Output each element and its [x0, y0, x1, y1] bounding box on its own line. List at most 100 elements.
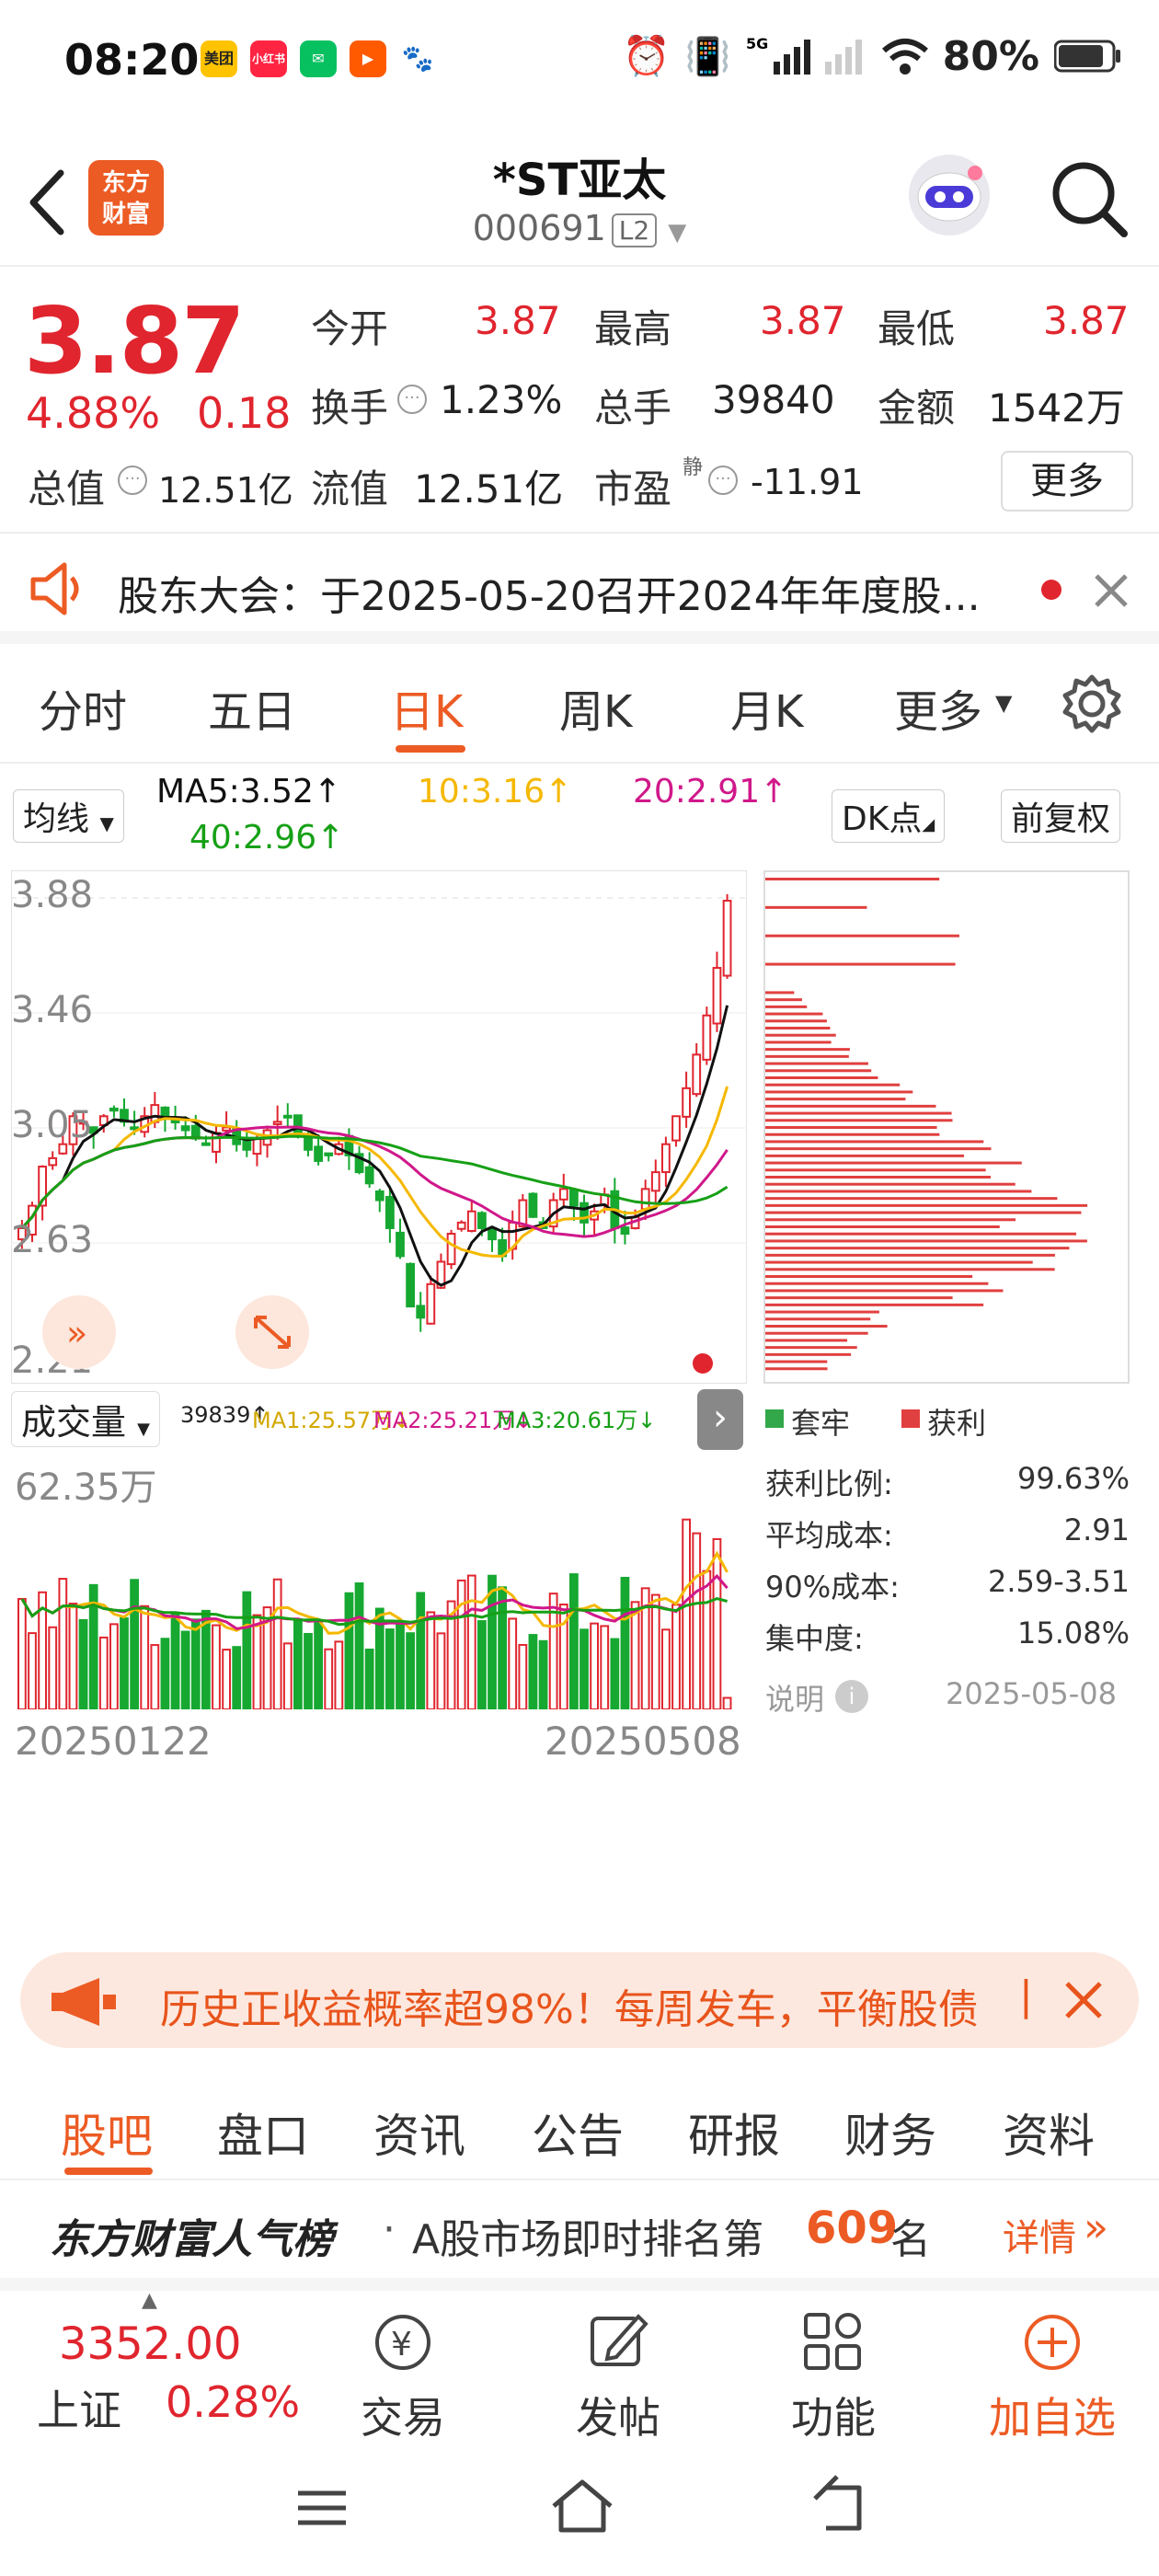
- chip-bar: [765, 1111, 952, 1115]
- index-name[interactable]: 上证: [37, 2377, 121, 2438]
- tab-news[interactable]: 资讯: [373, 2099, 465, 2166]
- stock-header: 东方 财富 *ST亚太 000691 L2 ▼: [0, 138, 1159, 267]
- post-button[interactable]: 发帖: [554, 2309, 683, 2445]
- tab-research[interactable]: 研报: [688, 2099, 780, 2166]
- home-icon[interactable]: [548, 2475, 616, 2537]
- ma-select[interactable]: 均线 ▼: [13, 789, 124, 843]
- chip-bar: [765, 1027, 831, 1029]
- functions-label: 功能: [791, 2393, 876, 2443]
- volume-bar: [48, 1626, 58, 1709]
- close-icon[interactable]: [1091, 570, 1131, 611]
- chip-bar: [765, 1260, 1033, 1264]
- chip-stat-label: 集中度:: [765, 1621, 864, 1656]
- chip-bar: [765, 1239, 1087, 1243]
- chip-bar: [765, 1090, 913, 1094]
- current-price: 3.87: [24, 287, 246, 395]
- chip-note-link[interactable]: 说明: [765, 1676, 824, 1719]
- tab-guba[interactable]: 股吧: [61, 2099, 153, 2166]
- ma10-value: 10:3.16↑: [418, 773, 573, 811]
- search-icon[interactable]: [1047, 156, 1130, 239]
- chip-bar: [765, 1197, 1058, 1201]
- chip-bar: [765, 1232, 1077, 1236]
- chip-bar: [765, 1098, 906, 1101]
- volume-bar: [508, 1617, 518, 1709]
- chip-bar: [765, 1076, 878, 1079]
- candle-body: [416, 1305, 426, 1319]
- price-tick: 2.63: [11, 1219, 93, 1261]
- tab-more[interactable]: 更多: [894, 675, 982, 740]
- chip-bar: [765, 1247, 1070, 1250]
- index-value[interactable]: 3352.00: [59, 2318, 242, 2370]
- pe-static-mark: 静: [683, 456, 704, 479]
- back-nav-icon[interactable]: [808, 2475, 872, 2537]
- robot-assistant-icon[interactable]: [903, 149, 995, 241]
- chip-date: 2025-05-08: [946, 1676, 1117, 1711]
- chip-bar: [765, 1203, 1088, 1207]
- post-label: 发帖: [576, 2393, 660, 2443]
- notice-bar[interactable]: 股东大会：于2025-05-20召开2024年年度股...: [0, 543, 1159, 644]
- volume-bar: [518, 1643, 528, 1709]
- volume-bar: [334, 1640, 344, 1709]
- chip-bar: [765, 1140, 984, 1144]
- candlestick-chart[interactable]: 3.88 3.46 3.05 2.63 2.21 »: [11, 870, 747, 1384]
- promo-banner[interactable]: 历史正收益概率超98%！每周发车，平衡股债 |: [20, 1952, 1139, 2048]
- pe-label: 市盈: [594, 466, 672, 512]
- chip-bar: [765, 1041, 832, 1044]
- bottom-toolbar: ▲ 3352.00 上证 0.28% ¥ 交易 发帖 功能 加自选: [0, 2289, 1159, 2443]
- tab-profile[interactable]: 资料: [1003, 2099, 1095, 2166]
- collapse-panel-button[interactable]: ›: [697, 1389, 743, 1450]
- chip-bar: [765, 991, 795, 995]
- volume-bar: [180, 1630, 190, 1709]
- candle-body: [580, 1202, 589, 1224]
- rank-detail-link[interactable]: 详情: [1003, 2208, 1076, 2261]
- info-icon[interactable]: ···: [118, 466, 147, 495]
- volume-bar: [304, 1632, 313, 1709]
- chip-bar: [765, 1154, 965, 1157]
- plus-circle-icon: [1025, 2315, 1080, 2370]
- more-button[interactable]: 更多: [1001, 451, 1133, 512]
- info-icon[interactable]: i: [835, 1680, 868, 1713]
- price-tick: 3.88: [11, 874, 93, 916]
- candle-body: [640, 1188, 650, 1211]
- banner-text: 历史正收益概率超98%！每周发车，平衡股债: [160, 1986, 979, 2033]
- dk-point-button[interactable]: DK点◢: [832, 789, 946, 843]
- notice-text: 股东大会：于2025-05-20召开2024年年度股...: [118, 573, 981, 620]
- tab-monthly-k[interactable]: 月K: [730, 675, 803, 740]
- candle-body: [488, 1228, 497, 1241]
- volume-select-label: 成交量: [21, 1402, 127, 1443]
- amount-label: 金额: [878, 385, 956, 431]
- tab-weekly-k[interactable]: 周K: [559, 675, 632, 740]
- info-icon[interactable]: ···: [397, 385, 427, 414]
- tab-intraday[interactable]: 分时: [39, 675, 127, 740]
- chip-bar: [765, 1048, 850, 1052]
- megaphone-icon: [52, 1978, 116, 2026]
- popularity-rank[interactable]: 东方财富人气榜 · A股市场即时排名第 609 名 详情 »: [0, 2180, 1159, 2291]
- close-icon[interactable]: [1063, 1980, 1104, 2020]
- volume-bar: [569, 1573, 579, 1709]
- tab-finance[interactable]: 财务: [844, 2099, 936, 2166]
- tab-panel[interactable]: 盘口: [217, 2099, 309, 2166]
- index-percent[interactable]: 0.28%: [166, 2377, 300, 2427]
- gear-icon[interactable]: [1060, 672, 1124, 736]
- volume-select[interactable]: 成交量 ▼: [11, 1391, 160, 1447]
- add-watchlist-button[interactable]: 加自选: [988, 2309, 1117, 2445]
- menu-icon[interactable]: [293, 2480, 351, 2536]
- chip-bar: [765, 1119, 953, 1122]
- chip-bar: [765, 1352, 852, 1356]
- chip-bar: [765, 1367, 828, 1371]
- system-nav-bar: [0, 2447, 1159, 2576]
- candle-body: [466, 1210, 476, 1232]
- functions-button[interactable]: 功能: [769, 2309, 898, 2445]
- forward-adjust-button[interactable]: 前复权: [1001, 789, 1121, 843]
- open-label: 今开: [311, 306, 389, 351]
- trade-button[interactable]: ¥ 交易: [339, 2309, 467, 2445]
- tab-five-day[interactable]: 五日: [208, 675, 296, 740]
- turnover-value: 1.23%: [440, 377, 563, 422]
- info-icon[interactable]: ···: [708, 466, 738, 495]
- chip-bar: [765, 1176, 992, 1179]
- tab-daily-k[interactable]: 日K: [390, 675, 463, 740]
- chip-stat-value: 2.59-3.51: [987, 1564, 1130, 1599]
- volume-bar: [314, 1619, 324, 1709]
- tab-announcements[interactable]: 公告: [532, 2099, 624, 2166]
- chip-bar: [765, 1339, 848, 1342]
